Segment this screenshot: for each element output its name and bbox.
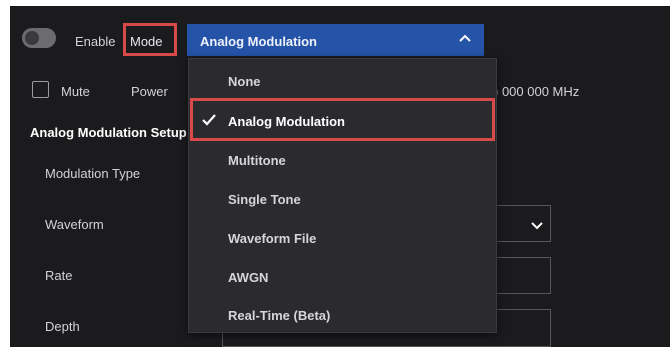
enable-label: Enable xyxy=(75,34,116,49)
rate-label: Rate xyxy=(45,268,73,283)
dropdown-option-real-time[interactable]: Real-Time (Beta) xyxy=(189,295,496,333)
depth-label: Depth xyxy=(45,319,80,334)
dropdown-option-none[interactable]: None xyxy=(189,61,496,99)
mode-select[interactable]: Analog Modulation xyxy=(187,24,484,56)
dropdown-option-waveform-file[interactable]: Waveform File xyxy=(189,218,496,256)
dropdown-option-single-tone[interactable]: Single Tone xyxy=(189,179,496,217)
frequency-value: ) 000 000 MHz xyxy=(494,84,580,99)
screenshot-frame: Enable Mode Analog Modulation Mute Power… xyxy=(0,0,670,347)
chevron-down-icon xyxy=(531,222,543,230)
option-label: Waveform File xyxy=(228,231,317,246)
option-label: Multitone xyxy=(228,153,286,168)
section-title: Analog Modulation Setup xyxy=(30,125,187,140)
mode-select-value: Analog Modulation xyxy=(200,34,317,49)
option-label: Real-Time (Beta) xyxy=(228,308,331,323)
dropdown-option-multitone[interactable]: Multitone xyxy=(189,140,496,178)
mode-label: Mode xyxy=(130,34,163,49)
power-label: Power xyxy=(131,84,168,99)
chevron-up-icon xyxy=(459,34,471,42)
toggle-knob xyxy=(25,31,39,45)
dropdown-option-awgn[interactable]: AWGN xyxy=(189,257,496,295)
mute-checkbox-icon[interactable] xyxy=(32,81,49,98)
mute-label: Mute xyxy=(61,84,90,99)
option-label: AWGN xyxy=(228,270,269,285)
option-label: Single Tone xyxy=(228,192,301,207)
enable-toggle-icon[interactable] xyxy=(22,28,56,48)
option-label: None xyxy=(228,74,261,89)
modulation-type-label: Modulation Type xyxy=(45,166,141,181)
waveform-label: Waveform xyxy=(45,217,104,232)
selected-option-highlight-box xyxy=(190,98,495,141)
